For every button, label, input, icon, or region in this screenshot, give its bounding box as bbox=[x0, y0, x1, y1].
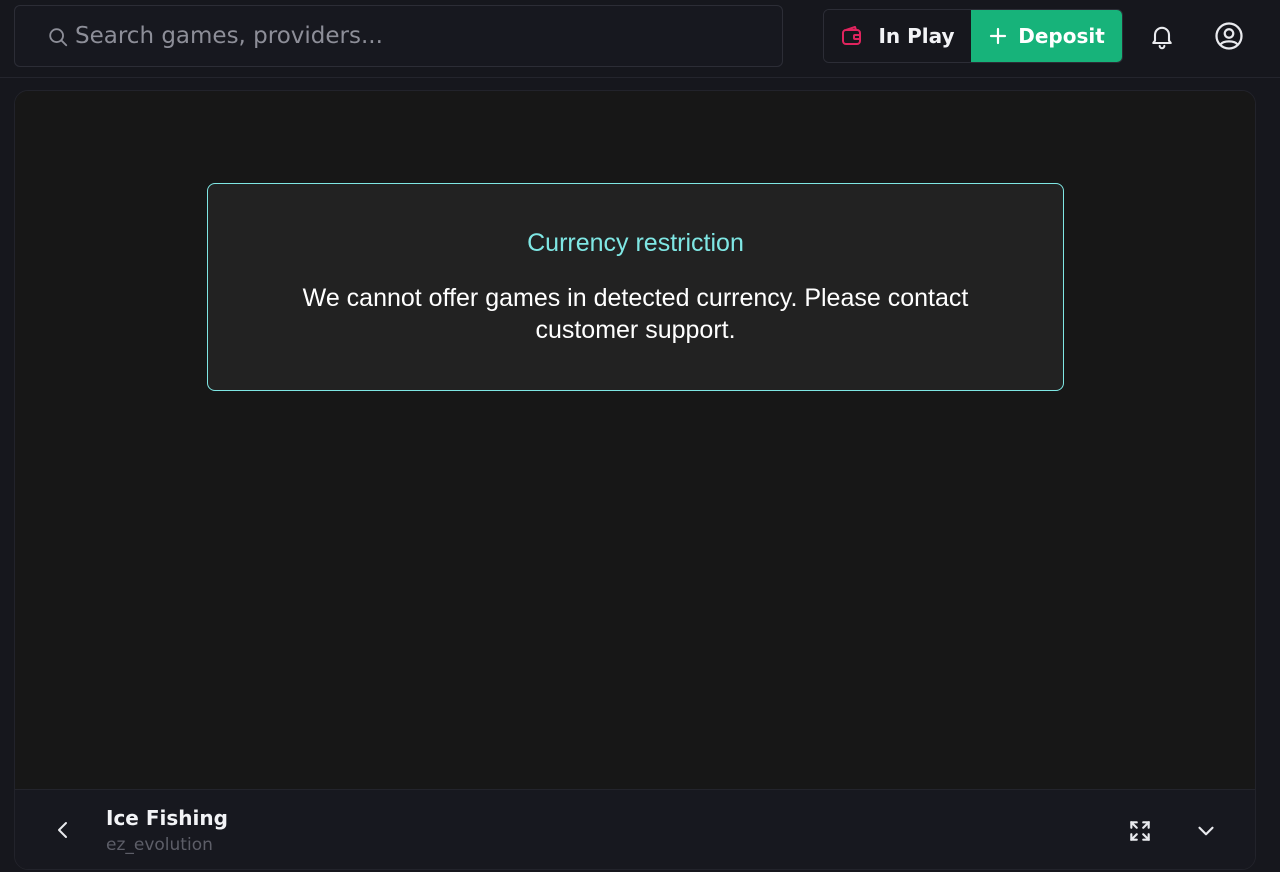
currency-restriction-alert: Currency restriction We cannot offer gam… bbox=[207, 183, 1064, 391]
search-input[interactable] bbox=[75, 6, 765, 66]
in-play-button[interactable]: In Play bbox=[824, 10, 971, 62]
game-footer: Ice Fishing ez_evolution bbox=[15, 789, 1255, 869]
chevron-down-icon[interactable] bbox=[1193, 818, 1219, 844]
alert-title: Currency restriction bbox=[527, 229, 744, 257]
search-box[interactable] bbox=[14, 5, 783, 67]
expand-icon[interactable] bbox=[1127, 818, 1153, 844]
game-frame: Currency restriction We cannot offer gam… bbox=[15, 91, 1255, 789]
user-icon bbox=[1215, 22, 1243, 50]
game-title: Ice Fishing bbox=[106, 806, 228, 830]
deposit-label: Deposit bbox=[1018, 24, 1105, 48]
account-button[interactable] bbox=[1211, 18, 1247, 54]
game-provider: ez_evolution bbox=[106, 835, 213, 855]
bell-icon bbox=[1152, 26, 1172, 50]
alert-message: We cannot offer games in detected curren… bbox=[302, 284, 969, 344]
wallet-icon bbox=[842, 26, 862, 45]
in-play-label: In Play bbox=[878, 24, 955, 48]
plus-icon bbox=[990, 27, 1007, 45]
top-bar: In Play Deposit bbox=[0, 0, 1280, 78]
back-button[interactable] bbox=[51, 816, 75, 844]
chevron-left-icon bbox=[58, 822, 67, 838]
deposit-button[interactable]: Deposit bbox=[971, 10, 1122, 62]
notifications-button[interactable] bbox=[1144, 18, 1180, 54]
search-icon bbox=[49, 28, 68, 47]
header-actions: In Play Deposit bbox=[823, 9, 1123, 63]
game-panel: Currency restriction We cannot offer gam… bbox=[14, 90, 1256, 870]
